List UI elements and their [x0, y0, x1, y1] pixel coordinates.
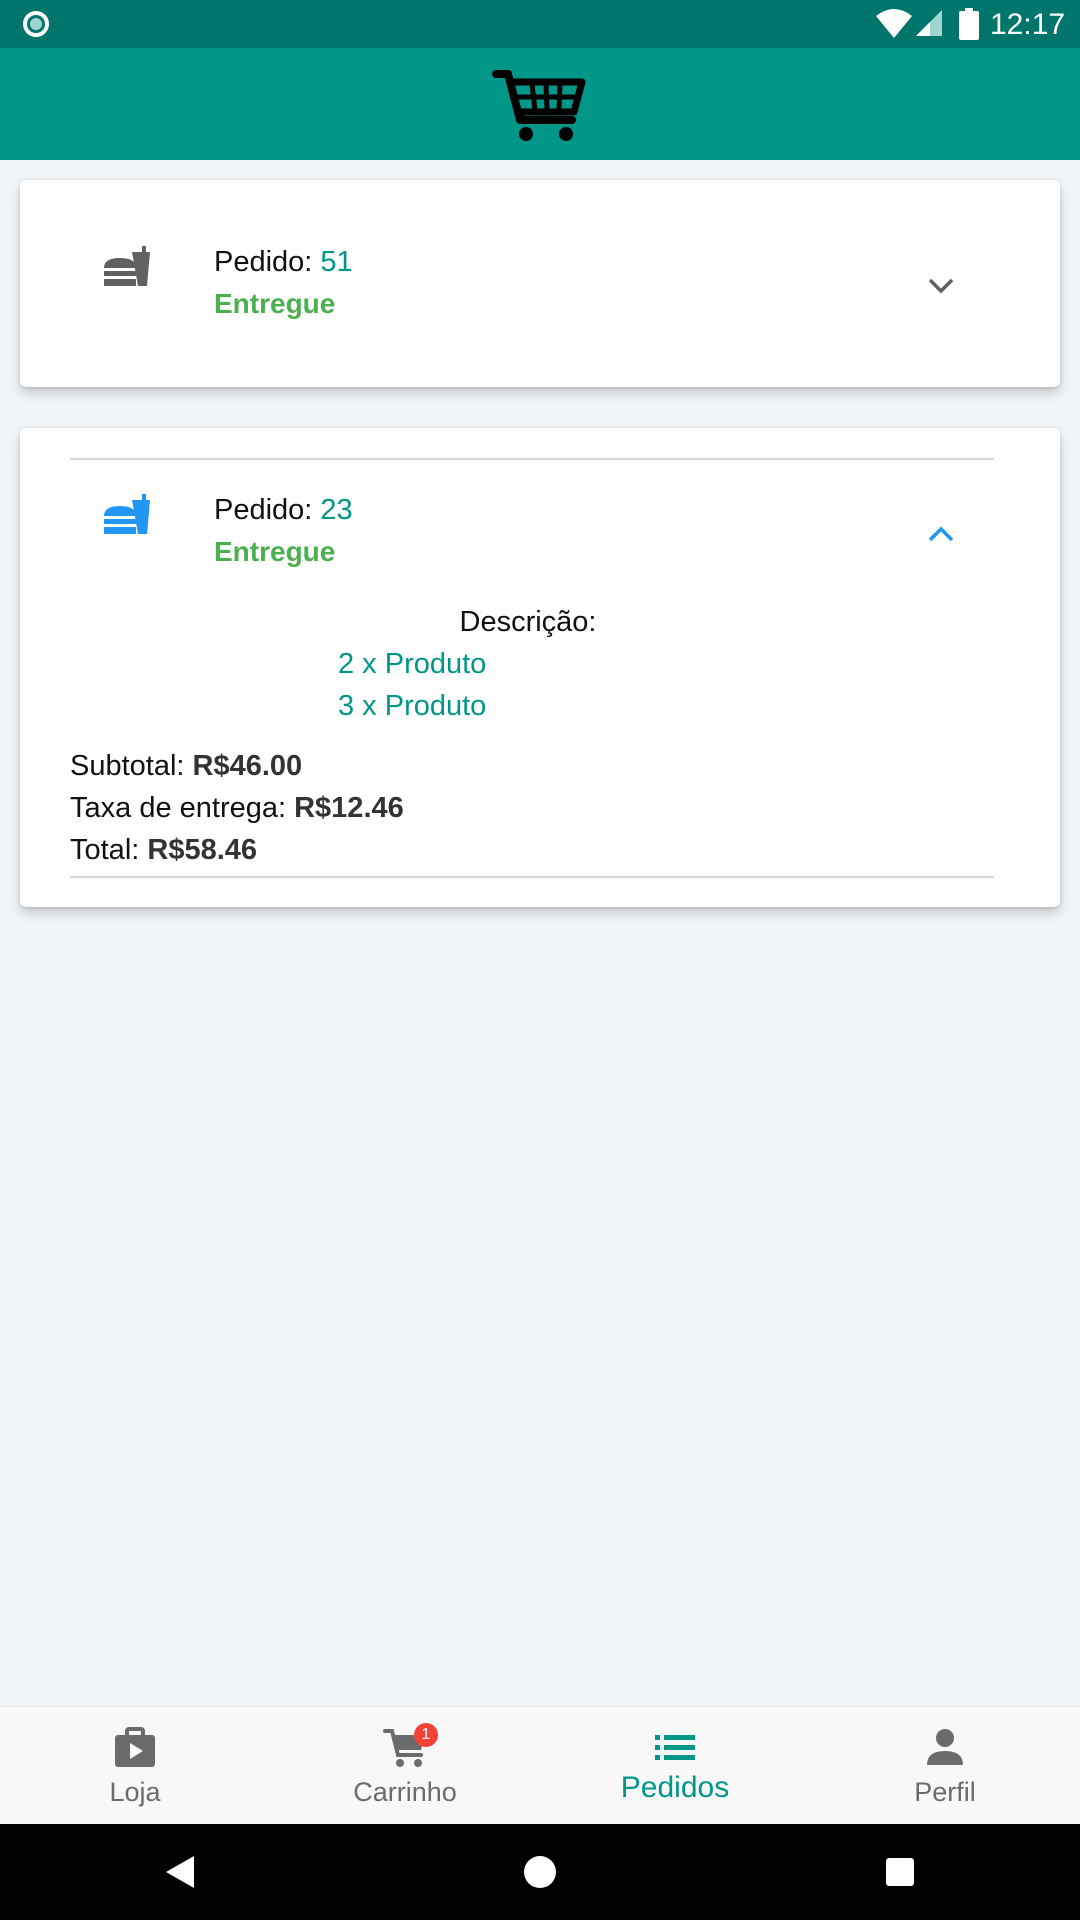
person-icon	[927, 1729, 963, 1765]
app-bar	[0, 48, 1080, 160]
delivery-fee-value: R$12.46	[294, 792, 404, 824]
home-icon[interactable]	[522, 1854, 558, 1890]
battery-icon	[959, 8, 979, 40]
order-card-51[interactable]: Pedido: 51 Entregue	[20, 180, 1060, 387]
nav-label: Loja	[109, 1777, 161, 1807]
nav-item-perfil[interactable]: Perfil	[810, 1707, 1080, 1825]
back-icon[interactable]	[162, 1852, 198, 1892]
order-number-label: Pedido: 23	[214, 494, 353, 526]
nav-item-pedidos[interactable]: Pedidos	[540, 1707, 810, 1825]
signal-icon	[916, 10, 942, 36]
recent-apps-icon[interactable]	[884, 1856, 916, 1888]
status-time: 12:17	[990, 8, 1066, 41]
description-title: Descrição:	[459, 606, 597, 638]
nav-item-carrinho[interactable]: 1 Carrinho	[270, 1707, 540, 1825]
nav-label: Perfil	[914, 1777, 976, 1807]
bottom-navigation: Loja 1 Carrinho Pedidos Perfil	[0, 1706, 1080, 1825]
status-bar: 12:17	[0, 0, 1080, 48]
system-navigation-bar	[0, 1824, 1080, 1920]
total-value: R$58.46	[147, 834, 258, 866]
fastfood-icon	[104, 494, 150, 534]
order-number: 51	[320, 246, 353, 278]
nav-item-loja[interactable]: Loja	[0, 1707, 270, 1825]
chevron-down-icon[interactable]	[926, 276, 956, 296]
order-number: 23	[320, 494, 353, 526]
total-line: Total: R$58.46	[70, 834, 258, 866]
order-item: 3 x Produto	[338, 690, 487, 722]
cart-icon	[492, 70, 586, 141]
divider	[70, 876, 994, 878]
order-status: Entregue	[214, 288, 336, 319]
fastfood-icon	[104, 246, 150, 286]
divider	[70, 458, 994, 460]
order-number-label: Pedido: 51	[214, 246, 353, 278]
order-status: Entregue	[214, 536, 336, 567]
store-icon	[115, 1727, 155, 1767]
subtotal-line: Subtotal: R$46.00	[70, 750, 303, 782]
order-item: 2 x Produto	[338, 648, 487, 680]
nav-label: Pedidos	[620, 1771, 730, 1804]
cart-badge: 1	[414, 1723, 438, 1747]
wifi-icon	[876, 9, 912, 38]
order-card-23[interactable]: Pedido: 23 Entregue Descrição: 2 x Produ…	[20, 428, 1060, 907]
list-icon	[655, 1735, 695, 1760]
nav-label: Carrinho	[353, 1777, 457, 1807]
notification-circle-icon	[23, 11, 49, 37]
chevron-up-icon[interactable]	[926, 524, 956, 544]
subtotal-value: R$46.00	[192, 750, 303, 782]
delivery-fee-line: Taxa de entrega: R$12.46	[70, 792, 404, 824]
